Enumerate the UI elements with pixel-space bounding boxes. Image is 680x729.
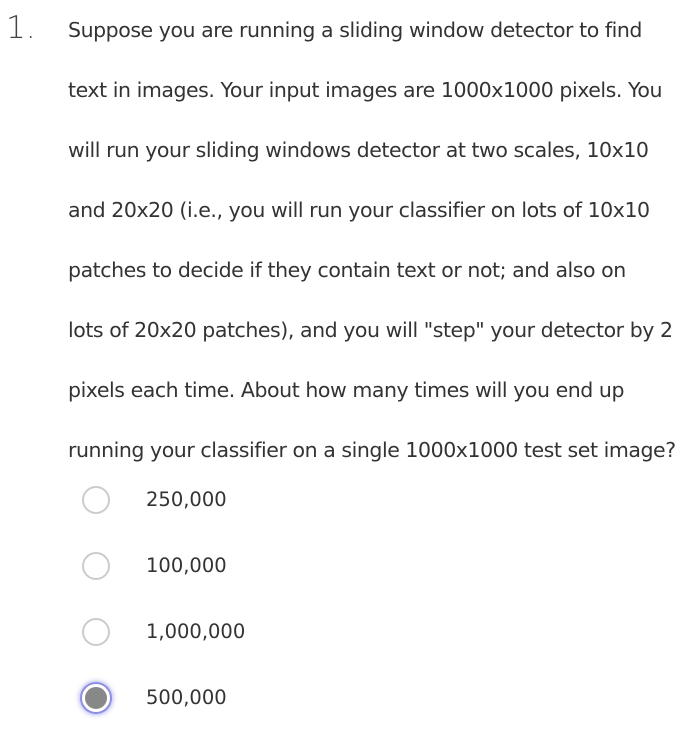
question-text-line: will run your sliding windows detector a… <box>68 138 649 162</box>
answer-option-label: 500,000 <box>146 686 227 709</box>
question-text-line: pixels each time. About how many times w… <box>68 378 625 402</box>
question-text-line: and 20x20 (i.e., you will run your class… <box>68 198 650 222</box>
radio-button[interactable] <box>82 552 110 580</box>
question-text-line: Suppose you are running a sliding window… <box>68 18 642 42</box>
question-text-line: text in images. Your input images are 10… <box>68 78 662 102</box>
answer-option-250000[interactable]: 250,000 <box>80 481 380 521</box>
question-text-line: lots of 20x20 patches), and you will "st… <box>68 318 673 342</box>
answer-option-100000[interactable]: 100,000 <box>80 547 380 587</box>
answer-option-label: 1,000,000 <box>146 620 246 643</box>
question-number: 1. <box>6 10 36 46</box>
question-text-line: running your classifier on a single 1000… <box>68 438 676 462</box>
radio-button[interactable] <box>82 618 110 646</box>
answer-option-label: 100,000 <box>146 554 227 577</box>
radio-button-selected[interactable] <box>82 684 110 712</box>
answer-option-label: 250,000 <box>146 488 227 511</box>
question-text-line: patches to decide if they contain text o… <box>68 258 626 282</box>
question-text: Suppose you are running a sliding window… <box>68 0 676 480</box>
radio-button[interactable] <box>82 486 110 514</box>
answer-option-1000000[interactable]: 1,000,000 <box>80 613 380 653</box>
answer-option-500000[interactable]: 500,000 <box>80 679 380 719</box>
